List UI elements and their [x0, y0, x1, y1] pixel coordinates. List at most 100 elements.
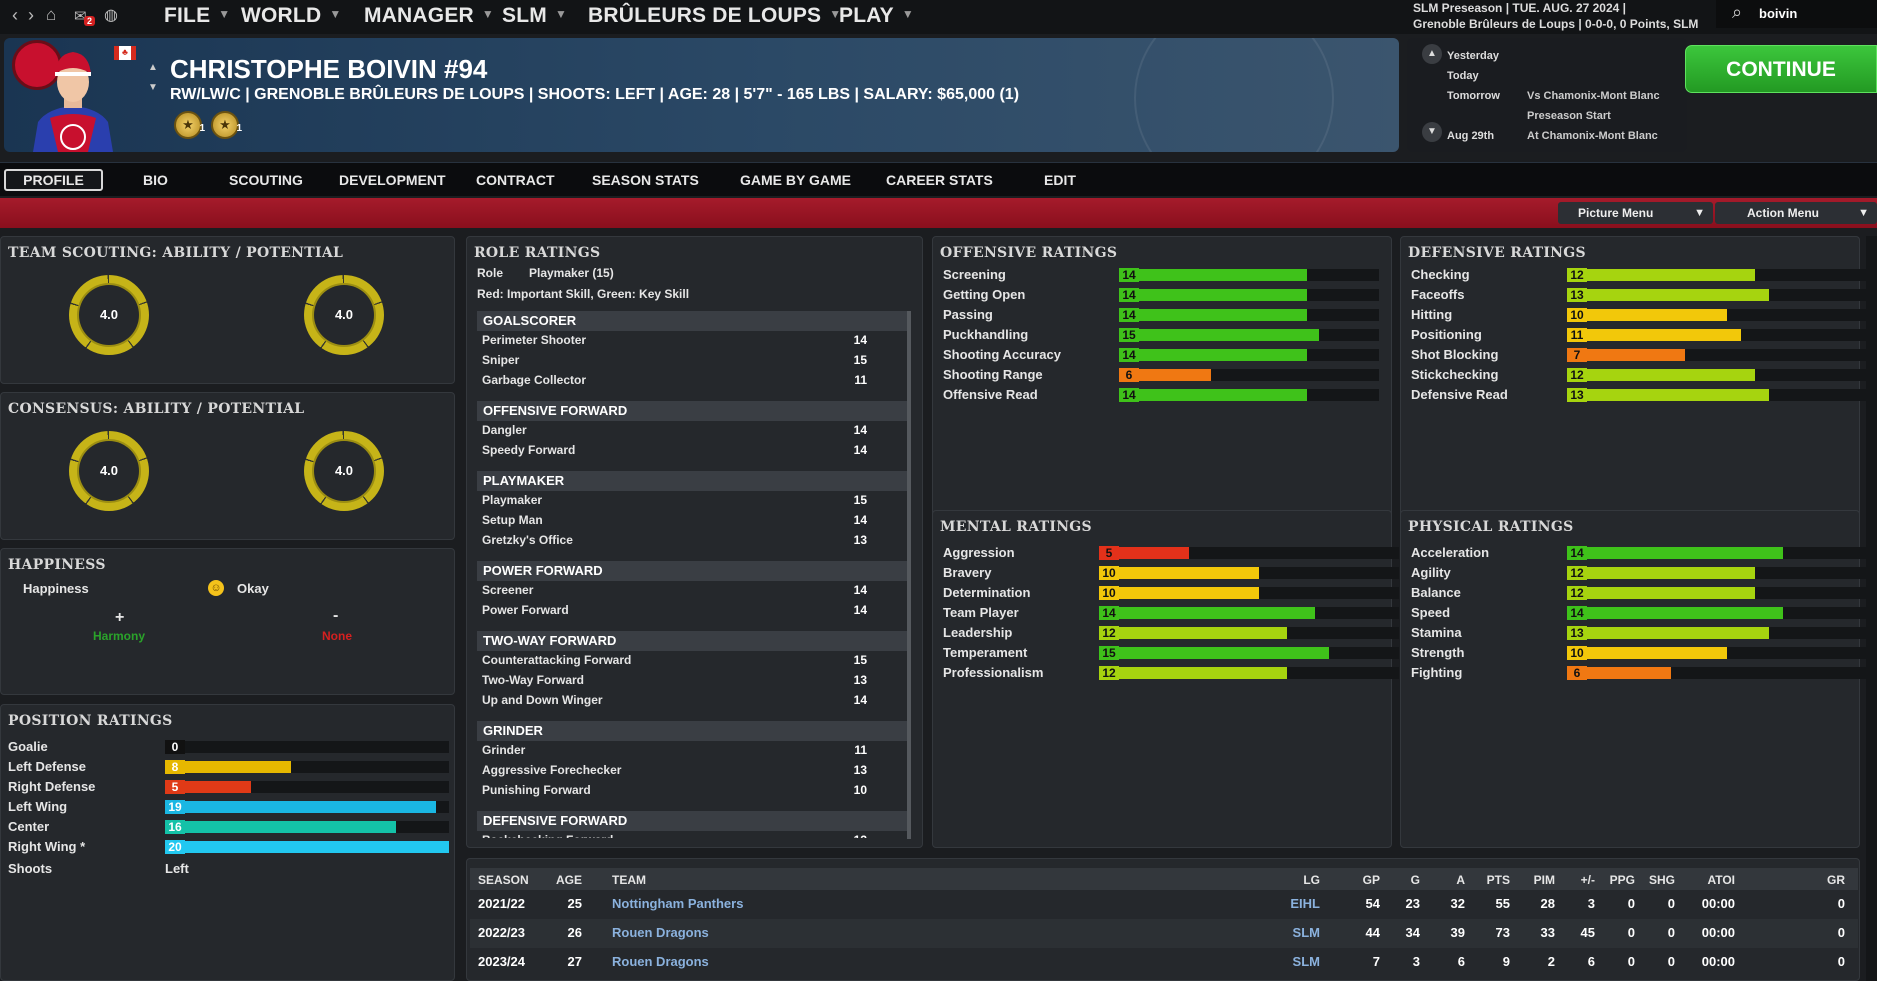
rating-fill — [1587, 567, 1755, 579]
table-cell: 2022/23 — [478, 925, 525, 940]
menu-slm[interactable]: SLM ▼ — [502, 4, 567, 28]
rating-track — [1119, 587, 1399, 599]
rating-label: Faceoffs — [1411, 287, 1465, 302]
role-name: Punishing Forward — [482, 783, 591, 797]
rating-track — [1119, 647, 1399, 659]
rating-bar: 10 — [1567, 308, 1867, 322]
column-header[interactable]: SHG — [1615, 873, 1675, 887]
tab-bio[interactable]: BIO — [143, 172, 168, 188]
rating-fill — [1587, 349, 1685, 361]
rating-track — [1587, 309, 1867, 321]
rating-label: Determination — [943, 585, 1031, 600]
search-icon[interactable]: ⌕ — [1732, 2, 1742, 23]
forward-icon[interactable]: › — [28, 5, 34, 26]
action-menu-button[interactable]: Action Menu ▼ — [1715, 202, 1877, 224]
rating-bar: 14 — [1119, 388, 1379, 402]
column-header[interactable]: LG — [1260, 873, 1320, 887]
tab-scouting[interactable]: SCOUTING — [229, 172, 303, 188]
schedule-event: Preseason Start — [1527, 110, 1611, 122]
menu-manager[interactable]: MANAGER ▼ — [364, 4, 494, 28]
column-header[interactable]: GR — [1785, 873, 1845, 887]
table-cell: 0 — [1837, 925, 1845, 940]
rating-bar: 14 — [1119, 268, 1379, 282]
home-icon[interactable]: ⌂ — [46, 5, 56, 25]
table-cell[interactable]: Rouen Dragons — [612, 925, 709, 940]
role-label: Role — [477, 266, 504, 280]
rating-value: 14 — [1567, 606, 1587, 620]
schedule-day: Yesterday — [1447, 50, 1499, 62]
potential-value: 4.0 — [314, 285, 374, 345]
tab-contract[interactable]: CONTRACT — [476, 172, 555, 188]
tab-season-stats[interactable]: SEASON STATS — [592, 172, 699, 188]
role-name: Perimeter Shooter — [482, 333, 587, 347]
schedule-up-icon[interactable]: ▲ — [1422, 44, 1442, 64]
rating-track — [1587, 289, 1867, 301]
rating-track — [1587, 627, 1867, 639]
role-value: 14 — [853, 603, 867, 617]
tab-development[interactable]: DEVELOPMENT — [339, 172, 446, 188]
back-icon[interactable]: ‹ — [12, 5, 18, 26]
globe-icon[interactable]: ◍ — [104, 5, 118, 25]
tab-edit[interactable]: EDIT — [1044, 172, 1076, 188]
role-value: 14 — [853, 443, 867, 457]
award-medal-icon[interactable]: ★ 1 — [174, 111, 205, 139]
happiness-panel: HAPPINESS Happiness ☺ Okay + Harmony - N… — [0, 548, 455, 695]
rating-bar: 12 — [1567, 566, 1867, 580]
role-value: 14 — [853, 513, 867, 527]
award-medal-icon[interactable]: ★ 1 — [211, 111, 242, 139]
schedule-panel: ▲ ▼ Yesterday Today Tomorrow Vs Chamonix… — [1407, 38, 1687, 152]
position-track — [185, 741, 449, 753]
panel-title: HAPPINESS — [8, 557, 106, 573]
schedule-down-icon[interactable]: ▼ — [1422, 122, 1442, 142]
tab-career-stats[interactable]: CAREER STATS — [886, 172, 993, 188]
table-cell[interactable]: SLM — [1260, 925, 1320, 940]
rating-bar: 12 — [1567, 586, 1867, 600]
rating-label: Defensive Read — [1411, 387, 1508, 402]
rating-fill — [1587, 369, 1755, 381]
column-header[interactable]: TEAM — [612, 873, 646, 887]
role-name: Screener — [482, 583, 534, 597]
picture-menu-button[interactable]: Picture Menu ▼ — [1558, 202, 1713, 224]
physical-ratings-panel: PHYSICAL RATINGS Acceleration 14 Agility 12… — [1400, 510, 1867, 848]
schedule-event[interactable]: Vs Chamonix-Mont Blanc — [1527, 90, 1660, 102]
ability-value: 4.0 — [79, 441, 139, 501]
search-input[interactable]: boivin — [1759, 6, 1797, 21]
rating-value: 10 — [1099, 566, 1119, 580]
rating-bar: 10 — [1099, 586, 1399, 600]
table-cell[interactable]: SLM — [1260, 954, 1320, 969]
table-cell[interactable]: Rouen Dragons — [612, 954, 709, 969]
role-list[interactable]: GOALSCORER Perimeter Shooter 14 Sniper 15 Gar… — [467, 311, 922, 838]
table-cell[interactable]: Nottingham Panthers — [612, 896, 743, 911]
rating-value: 13 — [1567, 626, 1587, 640]
role-legend: Red: Important Skill, Green: Key Skill — [477, 287, 690, 301]
rating-fill — [1139, 389, 1307, 401]
column-header[interactable]: AGE — [522, 873, 582, 887]
rating-value: 14 — [1119, 388, 1139, 402]
column-header[interactable]: ATOI — [1675, 873, 1735, 887]
rating-label: Puckhandling — [943, 327, 1029, 342]
team-scouting-panel: TEAM SCOUTING: ABILITY / POTENTIAL 4.0 4… — [0, 236, 455, 384]
right-scroll-rail[interactable] — [1866, 236, 1877, 981]
table-cell: 00:00 — [1701, 954, 1735, 969]
continue-button[interactable]: CONTINUE — [1685, 45, 1877, 93]
menu-play[interactable]: PLAY ▼ — [839, 4, 914, 28]
rating-label: Acceleration — [1411, 545, 1490, 560]
role-value: Playmaker (15) — [529, 266, 614, 280]
rating-track — [1587, 389, 1867, 401]
search-box[interactable]: ⌕ boivin — [1716, 0, 1877, 28]
prev-player-icon[interactable]: ▲ — [148, 62, 158, 73]
tab-game-by-game[interactable]: GAME BY GAME — [740, 172, 851, 188]
ability-ring: 4.0 — [69, 275, 149, 355]
plus-icon: + — [115, 609, 125, 626]
table-cell[interactable]: EIHL — [1260, 896, 1320, 911]
next-player-icon[interactable]: ▼ — [148, 82, 158, 93]
table-cell: 0 — [1837, 896, 1845, 911]
menu-file[interactable]: FILE ▼ — [164, 4, 230, 28]
rating-label: Temperament — [943, 645, 1028, 660]
tab-profile[interactable]: PROFILE — [4, 169, 103, 191]
scrollbar[interactable] — [907, 311, 911, 839]
menu-team[interactable]: BRÛLEURS DE LOUPS ▼ — [588, 4, 841, 28]
rating-bar: 11 — [1567, 328, 1867, 342]
schedule-event[interactable]: At Chamonix-Mont Blanc — [1527, 130, 1658, 142]
menu-world[interactable]: WORLD ▼ — [241, 4, 341, 28]
